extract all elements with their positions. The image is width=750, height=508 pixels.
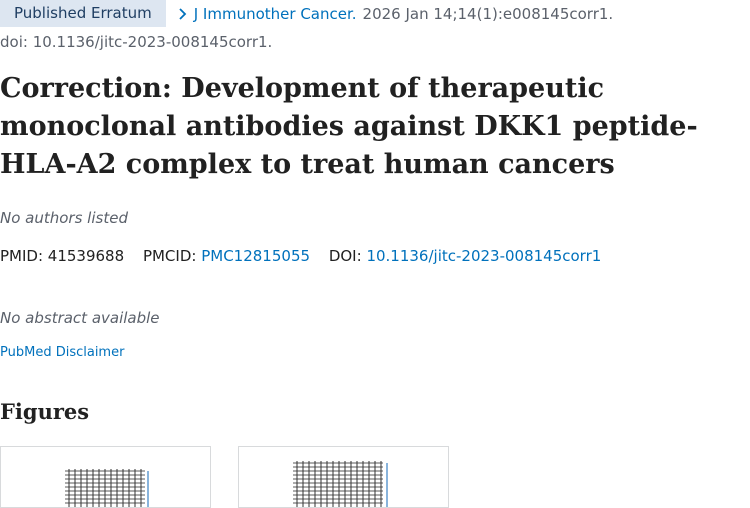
pmcid-group: PMCID: PMC12815055 <box>143 247 315 265</box>
citation-doi: doi: 10.1136/jitc-2023-008145corr1. <box>0 33 273 51</box>
identifiers-row: PMID: 41539688 PMCID: PMC12815055 DOI: 1… <box>0 247 615 265</box>
pmcid-link[interactable]: PMC12815055 <box>201 247 310 265</box>
figure-thumbnail-2[interactable] <box>238 446 449 508</box>
doi-label: DOI: <box>328 247 362 265</box>
pubmed-disclaimer-link[interactable]: PubMed Disclaimer <box>0 345 124 360</box>
citation-bar: Published Erratum J Immunother Cancer. 2… <box>0 0 613 27</box>
pmid-value: 41539688 <box>47 247 125 265</box>
authors-list: No authors listed <box>0 209 128 227</box>
journal-link[interactable]: J Immunother Cancer. <box>194 5 357 23</box>
pmid-label: PMID: <box>0 247 44 265</box>
published-erratum-badge[interactable]: Published Erratum <box>0 0 166 27</box>
doi-group: DOI: 10.1136/jitc-2023-008145corr1 <box>329 247 601 265</box>
doi-link[interactable]: 10.1136/jitc-2023-008145corr1 <box>366 247 601 265</box>
figure-2-image <box>291 461 388 507</box>
abstract-text: No abstract available <box>0 309 160 327</box>
pmid-group: PMID: 41539688 <box>0 247 129 265</box>
citation-details: 2026 Jan 14;14(1):e008145corr1. <box>362 4 614 23</box>
figures-heading: Figures <box>0 399 90 424</box>
article-title: Correction: Development of therapeutic m… <box>0 73 698 180</box>
figure-1-image <box>63 469 149 507</box>
figure-thumbnail-1[interactable] <box>0 446 211 508</box>
chevron-right-icon <box>179 7 187 20</box>
pmcid-label: PMCID: <box>142 247 197 265</box>
